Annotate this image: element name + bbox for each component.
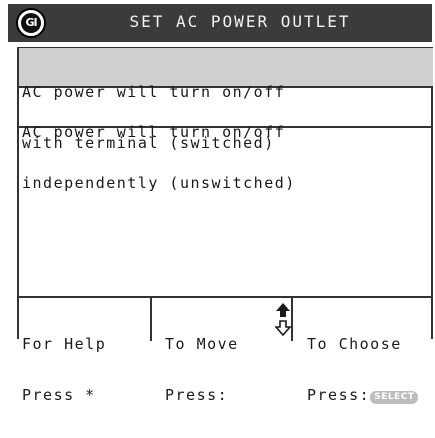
move-hint-line: Press: xyxy=(165,386,229,404)
option-line: independently (unswitched) xyxy=(22,174,296,192)
choose-hint: To Choose Press: SELECT xyxy=(307,302,419,438)
option-line: AC power will turn on/off xyxy=(22,123,286,141)
header-bar: GI SET AC POWER OUTLET xyxy=(8,4,432,42)
option-switched[interactable]: AC power will turn on/off with terminal … xyxy=(19,48,433,152)
footer-hints: For Help Press * To Move Press: To Choos… xyxy=(19,296,433,404)
up-down-arrow-icon xyxy=(275,303,291,336)
footer-separator xyxy=(291,298,293,341)
terminal-screen: GI SET AC POWER OUTLET AC power will tur… xyxy=(0,0,435,404)
move-hint: To Move Press: xyxy=(165,302,239,438)
select-key-icon: SELECT xyxy=(370,391,419,404)
option-unswitched[interactable]: AC power will turn on/off independently … xyxy=(19,88,433,192)
choose-hint-line: Press: SELECT xyxy=(307,386,419,404)
logo-text: GI xyxy=(21,13,41,33)
page-title: SET AC POWER OUTLET xyxy=(129,12,351,31)
choose-press-label: Press: xyxy=(307,386,371,404)
help-hint: For Help Press * xyxy=(22,302,106,438)
gi-logo: GI xyxy=(16,8,46,38)
footer-separator xyxy=(150,298,152,341)
option-list: AC power will turn on/off with terminal … xyxy=(19,48,433,192)
help-hint-line: Press * xyxy=(22,386,96,404)
